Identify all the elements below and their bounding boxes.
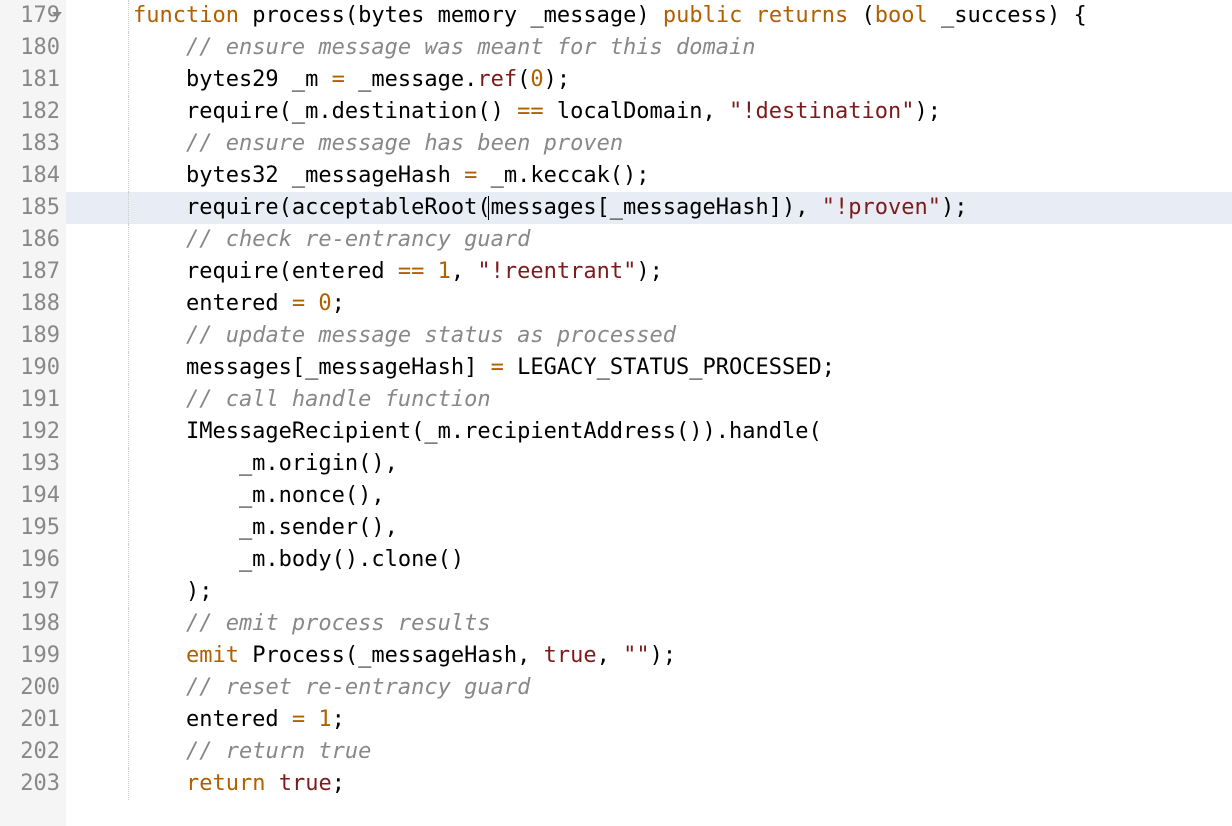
line-number: 190 — [10, 352, 60, 384]
code-line-content: // ensure message was meant for this dom… — [66, 32, 756, 64]
line-number: 186 — [10, 224, 60, 256]
code-area[interactable]: function process(bytes memory _message) … — [66, 0, 1232, 826]
code-line-content: _m.origin(), — [66, 448, 398, 480]
code-line[interactable]: require(acceptableRoot(messages[_message… — [66, 192, 1232, 224]
line-number: 182 — [10, 96, 60, 128]
code-line-content: bytes29 _m = _message.ref(0); — [66, 64, 570, 96]
line-number: 199 — [10, 640, 60, 672]
code-line-content: // emit process results — [66, 608, 491, 640]
code-line[interactable]: // return true — [66, 736, 1232, 768]
code-line[interactable]: bytes29 _m = _message.ref(0); — [66, 64, 1232, 96]
code-line-content: // ensure message has been proven — [66, 128, 623, 160]
line-number: 179 — [10, 0, 60, 32]
line-number: 197 — [10, 576, 60, 608]
code-line-content: require(entered == 1, "!reentrant"); — [66, 256, 663, 288]
line-number: 203 — [10, 768, 60, 800]
code-line-content: return true; — [66, 768, 345, 800]
line-number: 181 — [10, 64, 60, 96]
code-line-content: function process(bytes memory _message) … — [66, 0, 1087, 32]
line-number-gutter: 1791801811821831841851861871881891901911… — [0, 0, 66, 826]
code-line-content: require(acceptableRoot(messages[_message… — [66, 192, 967, 224]
line-number: 180 — [10, 32, 60, 64]
code-line[interactable]: require(entered == 1, "!reentrant"); — [66, 256, 1232, 288]
code-line[interactable]: // call handle function — [66, 384, 1232, 416]
code-line[interactable]: // emit process results — [66, 608, 1232, 640]
line-number: 187 — [10, 256, 60, 288]
line-number: 200 — [10, 672, 60, 704]
code-editor[interactable]: 1791801811821831841851861871881891901911… — [0, 0, 1232, 826]
code-line[interactable]: function process(bytes memory _message) … — [66, 0, 1232, 32]
line-number: 195 — [10, 512, 60, 544]
code-line-content: entered = 0; — [66, 288, 345, 320]
code-line-content: IMessageRecipient(_m.recipientAddress())… — [66, 416, 822, 448]
line-number: 185 — [10, 192, 60, 224]
code-line[interactable]: // reset re-entrancy guard — [66, 672, 1232, 704]
code-line-content: ); — [66, 576, 212, 608]
code-line-content: _m.body().clone() — [66, 544, 464, 576]
code-line-content: messages[_messageHash] = LEGACY_STATUS_P… — [66, 352, 835, 384]
code-line-content: emit Process(_messageHash, true, ""); — [66, 640, 676, 672]
code-line[interactable]: bytes32 _messageHash = _m.keccak(); — [66, 160, 1232, 192]
code-line-content: _m.sender(), — [66, 512, 398, 544]
line-number: 191 — [10, 384, 60, 416]
code-line[interactable]: entered = 1; — [66, 704, 1232, 736]
code-line-content: // call handle function — [66, 384, 491, 416]
code-line[interactable]: require(_m.destination() == localDomain,… — [66, 96, 1232, 128]
code-line-content: bytes32 _messageHash = _m.keccak(); — [66, 160, 650, 192]
text-caret — [488, 196, 489, 220]
line-number: 201 — [10, 704, 60, 736]
code-line[interactable]: emit Process(_messageHash, true, ""); — [66, 640, 1232, 672]
code-line[interactable]: messages[_messageHash] = LEGACY_STATUS_P… — [66, 352, 1232, 384]
code-line[interactable]: _m.sender(), — [66, 512, 1232, 544]
code-line-content: _m.nonce(), — [66, 480, 385, 512]
code-line[interactable]: _m.nonce(), — [66, 480, 1232, 512]
code-line[interactable]: IMessageRecipient(_m.recipientAddress())… — [66, 416, 1232, 448]
line-number: 188 — [10, 288, 60, 320]
code-line-content: entered = 1; — [66, 704, 345, 736]
code-line[interactable]: // ensure message has been proven — [66, 128, 1232, 160]
line-number: 202 — [10, 736, 60, 768]
line-number: 194 — [10, 480, 60, 512]
line-number: 189 — [10, 320, 60, 352]
code-line[interactable]: ); — [66, 576, 1232, 608]
line-number: 192 — [10, 416, 60, 448]
code-line-content: // check re-entrancy guard — [66, 224, 530, 256]
line-number: 184 — [10, 160, 60, 192]
code-line[interactable]: _m.body().clone() — [66, 544, 1232, 576]
code-line-content: // reset re-entrancy guard — [66, 672, 530, 704]
code-line[interactable]: // ensure message was meant for this dom… — [66, 32, 1232, 64]
code-line[interactable]: _m.origin(), — [66, 448, 1232, 480]
code-line-content: require(_m.destination() == localDomain,… — [66, 96, 941, 128]
code-line-content: // update message status as processed — [66, 320, 676, 352]
code-line[interactable]: // check re-entrancy guard — [66, 224, 1232, 256]
code-line-content: // return true — [66, 736, 371, 768]
line-number: 196 — [10, 544, 60, 576]
code-line[interactable]: entered = 0; — [66, 288, 1232, 320]
code-line[interactable]: return true; — [66, 768, 1232, 800]
line-number: 198 — [10, 608, 60, 640]
line-number: 183 — [10, 128, 60, 160]
code-line[interactable]: // update message status as processed — [66, 320, 1232, 352]
line-number: 193 — [10, 448, 60, 480]
